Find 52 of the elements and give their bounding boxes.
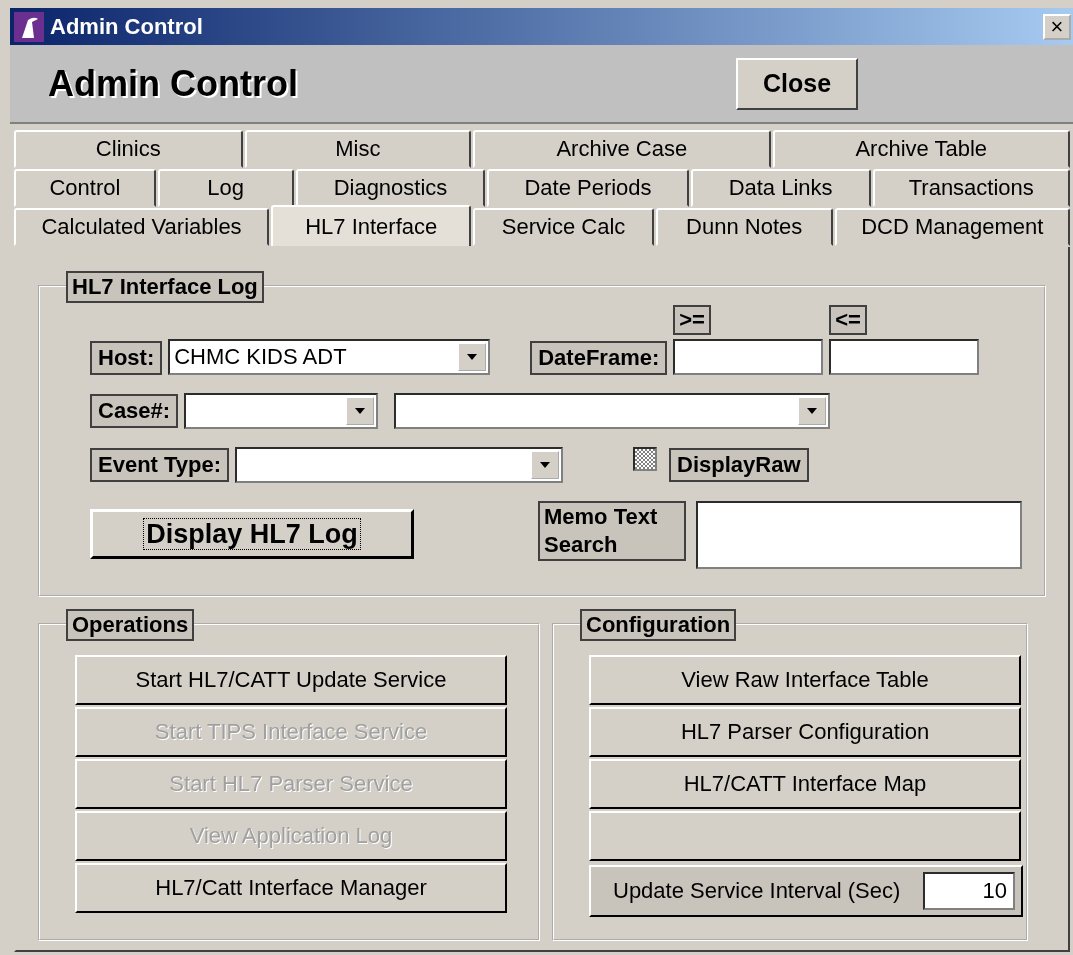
action-button[interactable]: HL7 Parser Configuration — [589, 707, 1021, 757]
field-label: Case#: — [90, 394, 179, 428]
tab[interactable]: Clinics — [14, 130, 243, 168]
blank-button[interactable] — [589, 811, 1021, 861]
host-dropdown[interactable]: CHMC KIDS ADT — [168, 339, 491, 375]
case-dropdown[interactable] — [394, 393, 831, 429]
field-label: Memo Text Search — [538, 501, 686, 561]
tab[interactable]: Calculated Variables — [14, 208, 270, 246]
date-from-field[interactable] — [673, 339, 824, 375]
window-title: Admin Control — [50, 13, 204, 40]
operator-label: <= — [829, 305, 867, 335]
tab[interactable]: Data Links — [690, 169, 871, 207]
action-button[interactable]: HL7/CATT Interface Map — [589, 759, 1021, 809]
tab[interactable]: Misc — [244, 130, 472, 168]
tab[interactable]: HL7 Interface — [271, 205, 472, 246]
interval-field[interactable]: 10 — [923, 872, 1015, 910]
tab[interactable]: Dunn Notes — [655, 208, 833, 246]
group-title: Configuration — [580, 609, 737, 641]
dropdown-arrow-icon — [807, 408, 818, 414]
group-title: HL7 Interface Log — [66, 271, 264, 303]
action-button[interactable]: HL7/Catt Interface Manager — [75, 863, 507, 913]
display-log-button[interactable]: Display HL7 Log — [90, 509, 414, 559]
action-button[interactable]: View Raw Interface Table — [589, 655, 1021, 705]
group-title: Operations — [66, 609, 195, 641]
case-dropdown[interactable] — [184, 393, 379, 429]
app-icon — [14, 11, 44, 42]
tab[interactable]: Log — [157, 169, 294, 207]
close-button[interactable]: × — [1043, 13, 1071, 40]
memo-search-field[interactable] — [696, 501, 1022, 569]
dropdown-arrow-icon — [467, 354, 478, 360]
tab[interactable]: Archive Case — [473, 130, 771, 168]
dropdown-arrow-icon — [540, 462, 551, 468]
field-label: Event Type: — [90, 448, 230, 482]
field-label: Host: — [90, 341, 163, 375]
checkbox-label: DisplayRaw — [669, 448, 809, 482]
field-label: DateFrame: — [530, 341, 668, 375]
tab[interactable]: Control — [14, 169, 156, 207]
tab[interactable]: Diagnostics — [295, 169, 486, 207]
date-to-field[interactable] — [829, 339, 980, 375]
page-title: Admin Control — [48, 62, 299, 105]
tab[interactable]: Archive Table — [772, 130, 1070, 168]
tab[interactable]: Date Periods — [487, 169, 689, 207]
action-button[interactable]: Start HL7/CATT Update Service — [75, 655, 507, 705]
operator-label: >= — [673, 305, 711, 335]
interval-label: Update Service Interval (Sec) — [613, 878, 902, 904]
tab[interactable]: Service Calc — [473, 208, 654, 246]
tab[interactable]: Transactions — [872, 169, 1070, 207]
event-type-dropdown[interactable] — [235, 447, 564, 483]
tab[interactable]: DCD Management — [834, 208, 1070, 246]
dropdown-arrow-icon — [355, 408, 366, 414]
close-button[interactable]: Close — [736, 57, 858, 110]
checkbox[interactable] — [633, 447, 658, 471]
